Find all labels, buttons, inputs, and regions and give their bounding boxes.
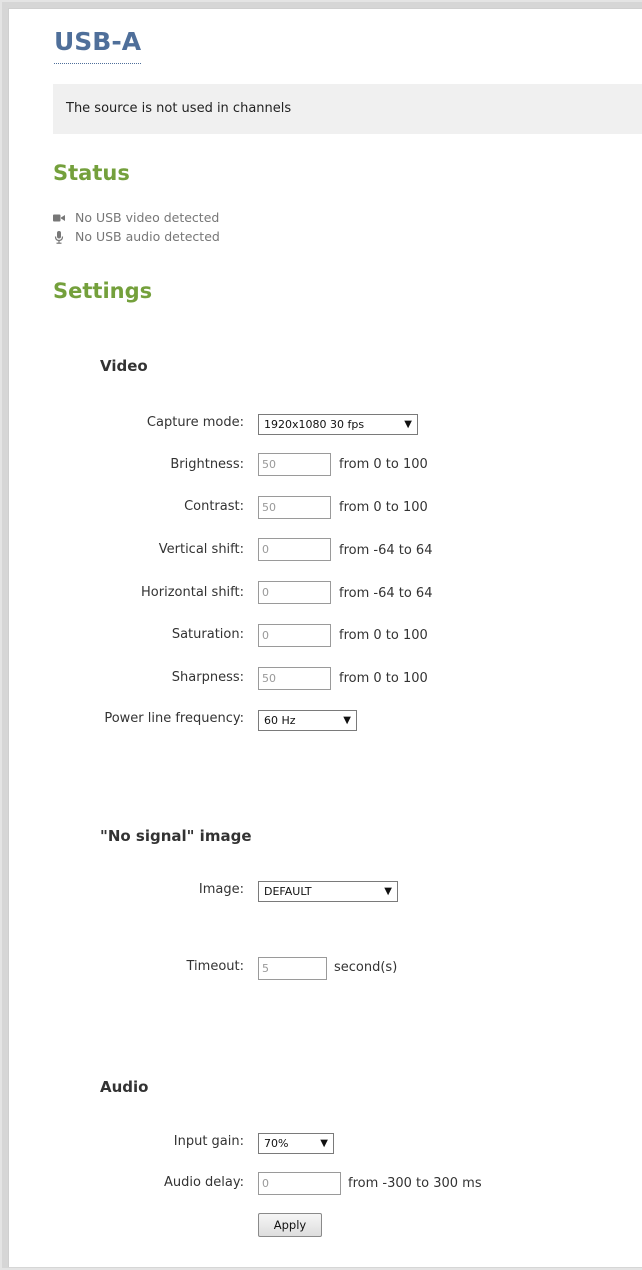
horizontal-shift-range: from -64 to 64: [339, 586, 433, 601]
settings-heading: Settings: [53, 279, 153, 303]
saturation-range: from 0 to 100: [339, 628, 428, 643]
audio-delay-range: from -300 to 300 ms: [348, 1176, 482, 1191]
timeout-unit: second(s): [334, 960, 398, 975]
dropdown-arrow-icon: ▼: [384, 886, 392, 897]
status-audio: No USB audio detected: [53, 229, 220, 245]
brightness-range: from 0 to 100: [339, 457, 428, 472]
vertical-shift-range: from -64 to 64: [339, 543, 433, 558]
brightness-input[interactable]: [258, 453, 331, 476]
contrast-input[interactable]: [258, 496, 331, 519]
status-video: No USB video detected: [53, 210, 219, 226]
capture-mode-label: Capture mode:: [146, 415, 244, 430]
no-signal-image-value: DEFAULT: [264, 885, 312, 898]
power-line-frequency-value: 60 Hz: [264, 714, 296, 727]
audio-delay-input[interactable]: [258, 1172, 341, 1195]
video-heading: Video: [100, 357, 148, 375]
status-audio-text: No USB audio detected: [75, 229, 220, 244]
horizontal-shift-input[interactable]: [258, 581, 331, 604]
dropdown-arrow-icon: ▼: [320, 1138, 328, 1149]
capture-mode-select[interactable]: 1920x1080 30 fps ▼: [258, 414, 418, 435]
vertical-shift-label: Vertical shift:: [158, 542, 244, 557]
vertical-shift-input[interactable]: [258, 538, 331, 561]
dropdown-arrow-icon: ▼: [404, 419, 412, 430]
brightness-label: Brightness:: [170, 457, 244, 472]
apply-button[interactable]: Apply: [258, 1213, 322, 1237]
microphone-icon: [53, 230, 65, 244]
capture-mode-value: 1920x1080 30 fps: [264, 418, 365, 431]
dropdown-arrow-icon: ▼: [343, 715, 351, 726]
input-gain-value: 70%: [264, 1137, 289, 1150]
contrast-range: from 0 to 100: [339, 500, 428, 515]
input-gain-select[interactable]: 70% ▼: [258, 1133, 334, 1154]
no-signal-image-select[interactable]: DEFAULT ▼: [258, 881, 398, 902]
sharpness-label: Sharpness:: [171, 670, 244, 685]
status-heading: Status: [53, 161, 130, 185]
contrast-label: Contrast:: [184, 499, 244, 514]
image-label: Image:: [198, 882, 244, 897]
status-video-text: No USB video detected: [75, 210, 220, 225]
input-gain-label: Input gain:: [173, 1134, 244, 1149]
saturation-label: Saturation:: [171, 627, 244, 642]
audio-delay-label: Audio delay:: [163, 1175, 244, 1190]
page-title: USB-A: [54, 22, 142, 64]
audio-heading: Audio: [100, 1078, 149, 1096]
info-message: The source is not used in channels: [53, 84, 642, 134]
saturation-input[interactable]: [258, 624, 331, 647]
no-signal-heading: "No signal" image: [100, 827, 252, 845]
video-camera-icon: [53, 212, 65, 224]
power-line-frequency-select[interactable]: 60 Hz ▼: [258, 710, 357, 731]
power-line-frequency-label: Power line frequency:: [104, 711, 244, 726]
timeout-label: Timeout:: [186, 959, 244, 974]
timeout-input[interactable]: [258, 957, 327, 980]
horizontal-shift-label: Horizontal shift:: [141, 585, 244, 600]
sharpness-range: from 0 to 100: [339, 671, 428, 686]
sharpness-input[interactable]: [258, 667, 331, 690]
